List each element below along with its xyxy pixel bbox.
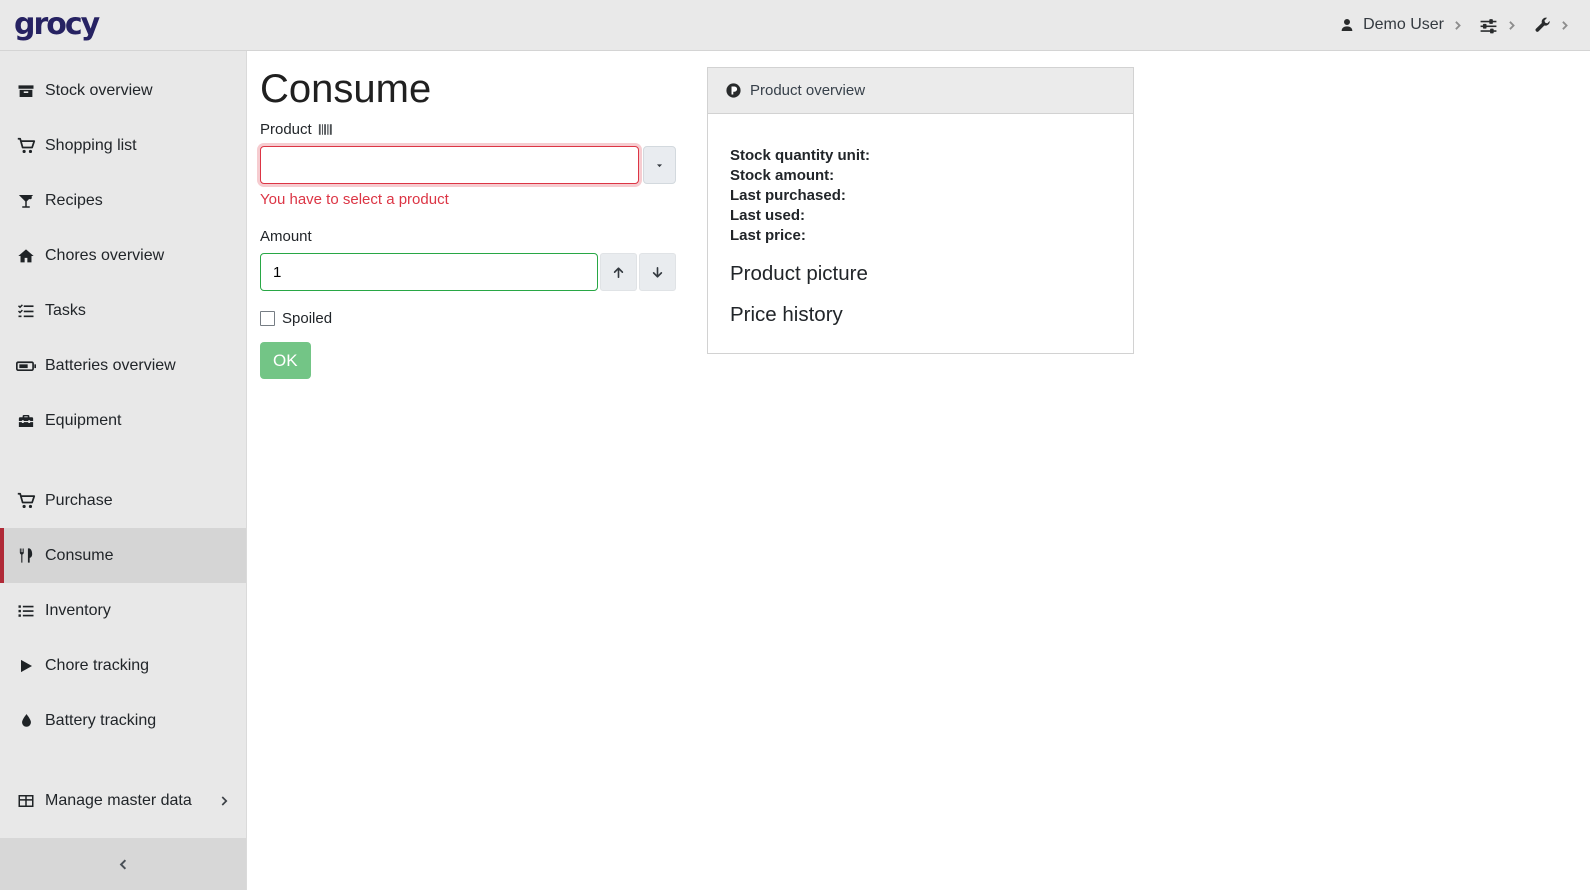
utensils-icon [16, 547, 36, 564]
droplet-icon [16, 713, 36, 728]
spoiled-checkbox[interactable] [260, 311, 275, 326]
product-overview-body: Stock quantity unit: Stock amount: Last … [708, 114, 1133, 353]
sidebar-item-inventory[interactable]: Inventory [0, 583, 246, 638]
sidebar-item-tasks[interactable]: Tasks [0, 283, 246, 338]
amount-input-group [260, 253, 676, 291]
arrow-up-icon [611, 265, 626, 280]
consume-form: Consume Product You have to select a pro… [260, 65, 676, 379]
list-icon [16, 602, 36, 620]
spoiled-checkbox-row[interactable]: Spoiled [260, 310, 676, 327]
sidebar-item-label: Purchase [45, 492, 113, 510]
amount-decrement-button[interactable] [639, 253, 676, 291]
sidebar-item-label: Equipment [45, 412, 122, 430]
product-input-group [260, 146, 676, 184]
amount-input[interactable] [260, 253, 598, 291]
top-header: grocy Demo User [0, 0, 1590, 51]
ok-button[interactable]: OK [260, 342, 311, 379]
amount-label: Amount [260, 228, 676, 245]
wrench-icon [1533, 16, 1551, 34]
sidebar-item-manage-master-data[interactable]: Manage master data [0, 773, 246, 828]
sidebar-item-label: Consume [45, 547, 113, 565]
product-input[interactable] [260, 146, 639, 184]
sidebar-nav: Stock overview Shopping list Recipes Cho… [0, 51, 247, 890]
sidebar-item-battery-tracking[interactable]: Battery tracking [0, 693, 246, 748]
shopping-cart-icon [16, 491, 36, 510]
last-price-label: Last price: [730, 226, 1111, 246]
sidebar-item-label: Chore tracking [45, 657, 149, 675]
product-dropdown-button[interactable] [643, 146, 676, 184]
product-label: Product [260, 121, 676, 138]
shopping-cart-icon [16, 136, 36, 155]
chevron-right-icon [1452, 20, 1463, 31]
barcode-icon [318, 123, 333, 136]
product-overview-header: Product overview [708, 68, 1133, 114]
user-name: Demo User [1363, 16, 1444, 34]
sidebar-item-label: Recipes [45, 192, 103, 210]
sidebar-item-label: Inventory [45, 602, 111, 620]
sidebar-item-recipes[interactable]: Recipes [0, 173, 246, 228]
sidebar-item-chore-tracking[interactable]: Chore tracking [0, 638, 246, 693]
amount-increment-button[interactable] [600, 253, 637, 291]
caret-down-icon [654, 160, 665, 171]
page-title: Consume [260, 65, 676, 113]
last-purchased-label: Last purchased: [730, 186, 1111, 206]
sidebar-collapse-button[interactable] [0, 838, 246, 890]
stock-quantity-unit-label: Stock quantity unit: [730, 146, 1111, 166]
sidebar-item-equipment[interactable]: Equipment [0, 393, 246, 448]
sidebar-item-label: Manage master data [45, 792, 192, 810]
sidebar-item-shopping-list[interactable]: Shopping list [0, 118, 246, 173]
tasks-icon [16, 302, 36, 320]
chevron-right-icon [1506, 20, 1517, 31]
sidebar-item-label: Batteries overview [45, 357, 176, 375]
sidebar-item-label: Tasks [45, 302, 86, 320]
product-hunt-icon [725, 82, 742, 99]
arrow-down-icon [650, 265, 665, 280]
product-overview-card: Product overview Stock quantity unit: St… [707, 67, 1134, 354]
battery-icon [16, 356, 36, 376]
last-used-label: Last used: [730, 206, 1111, 226]
sidebar-item-stock-overview[interactable]: Stock overview [0, 63, 246, 118]
home-icon [16, 247, 36, 265]
play-icon [16, 658, 36, 674]
cocktail-icon [16, 192, 36, 210]
product-error-message: You have to select a product [260, 191, 676, 208]
user-icon [1339, 17, 1355, 33]
stock-amount-label: Stock amount: [730, 166, 1111, 186]
sidebar-item-label: Shopping list [45, 137, 137, 155]
toolbox-icon [16, 412, 36, 430]
sidebar-item-chores-overview[interactable]: Chores overview [0, 228, 246, 283]
product-picture-heading: Product picture [730, 261, 1111, 287]
table-icon [16, 792, 36, 810]
chevron-right-icon [1559, 20, 1570, 31]
product-overview-title: Product overview [750, 82, 865, 99]
chevron-right-icon [218, 795, 230, 807]
user-menu[interactable]: Demo User [1339, 16, 1463, 34]
grocy-logo[interactable]: grocy [14, 10, 98, 40]
sidebar-item-label: Stock overview [45, 82, 153, 100]
price-history-heading: Price history [730, 302, 1111, 328]
spoiled-label: Spoiled [282, 310, 332, 327]
box-icon [16, 82, 36, 100]
sidebar-item-label: Battery tracking [45, 712, 156, 730]
admin-menu[interactable] [1533, 16, 1570, 34]
sidebar-item-purchase[interactable]: Purchase [0, 473, 246, 528]
sidebar-item-consume[interactable]: Consume [0, 528, 246, 583]
settings-menu[interactable] [1479, 16, 1517, 35]
chevron-left-icon [117, 858, 130, 871]
main-content: Consume Product You have to select a pro… [247, 51, 1590, 379]
sidebar-item-batteries-overview[interactable]: Batteries overview [0, 338, 246, 393]
sliders-icon [1479, 16, 1498, 35]
sidebar-item-label: Chores overview [45, 247, 164, 265]
